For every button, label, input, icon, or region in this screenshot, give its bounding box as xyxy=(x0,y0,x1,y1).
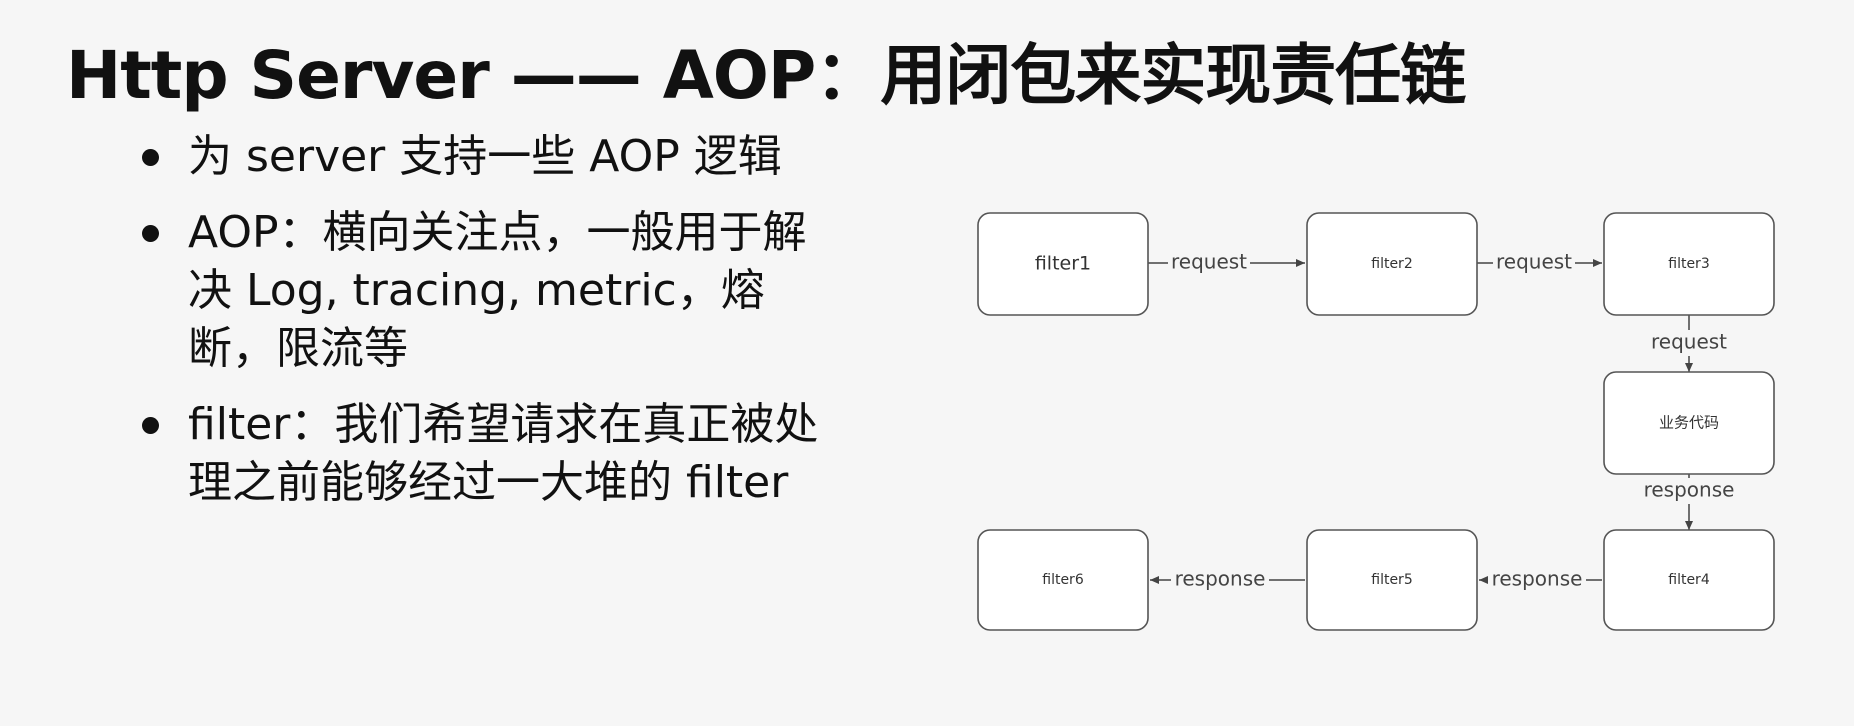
edge-label: response xyxy=(1175,567,1266,591)
node-label: filter3 xyxy=(1668,256,1709,272)
node-label: filter1 xyxy=(1035,253,1091,275)
edge-label: request xyxy=(1171,250,1247,274)
node-label: 业务代码 xyxy=(1659,414,1719,432)
node-label: filter6 xyxy=(1042,572,1084,588)
edge-filter2-filter3: request xyxy=(1477,250,1602,276)
node-business-code: 业务代码 xyxy=(1603,371,1775,475)
node-filter6: filter6 xyxy=(977,529,1149,631)
edge-label: request xyxy=(1496,250,1572,274)
edge-filter1-filter2: request xyxy=(1148,250,1305,276)
edge-label: response xyxy=(1644,478,1735,502)
edge-label: request xyxy=(1651,330,1727,354)
node-filter4: filter4 xyxy=(1603,529,1775,631)
node-filter3: filter3 xyxy=(1603,212,1775,316)
node-filter2: filter2 xyxy=(1306,212,1478,316)
node-label: filter2 xyxy=(1371,256,1412,272)
edge-filter3-business: request xyxy=(1648,315,1730,372)
edge-business-filter4: response xyxy=(1640,474,1738,530)
filter-chain-diagram: request request request response respons… xyxy=(977,212,1775,631)
edge-label: response xyxy=(1492,567,1583,591)
edge-filter4-filter5: response xyxy=(1479,567,1602,593)
edge-filter5-filter6: response xyxy=(1150,567,1305,593)
node-filter5: filter5 xyxy=(1306,529,1478,631)
node-label: filter4 xyxy=(1668,572,1710,588)
node-label: filter5 xyxy=(1371,572,1412,588)
node-filter1: filter1 xyxy=(977,212,1149,316)
